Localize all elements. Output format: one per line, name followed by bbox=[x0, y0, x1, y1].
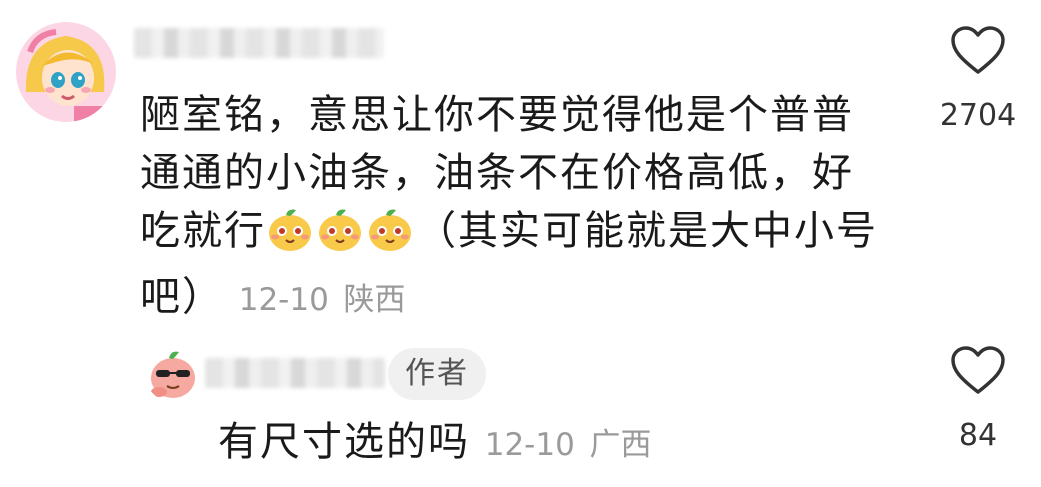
reply-body: 有尺寸选的吗 12-10 广西 bbox=[218, 416, 652, 471]
cool-bun-avatar-icon bbox=[145, 346, 201, 402]
bun-face-emoji-icon bbox=[366, 206, 414, 268]
heart-icon[interactable] bbox=[950, 26, 1006, 76]
comment-line-3-start: 吃就行 bbox=[140, 208, 266, 254]
author-username-blurred[interactable] bbox=[205, 358, 385, 388]
reply-text: 有尺寸选的吗 bbox=[218, 419, 470, 465]
comment-date: 12-10 bbox=[238, 282, 329, 318]
commenter-username-blurred[interactable] bbox=[134, 28, 384, 58]
reply-date: 12-10 bbox=[484, 427, 575, 463]
author-badge: 作者 bbox=[388, 348, 486, 400]
comment-line-3-end: （其实可能就是大中小号 bbox=[416, 208, 878, 254]
comment-location: 陕西 bbox=[343, 282, 406, 318]
comment-like[interactable]: 2704 bbox=[933, 26, 1023, 133]
author-avatar[interactable] bbox=[145, 346, 201, 402]
bun-face-emoji-icon bbox=[266, 206, 314, 268]
like-count: 2704 bbox=[939, 98, 1017, 133]
comment-body: 陋室铭，意思让你不要觉得他是个普普 通通的小油条，油条不在价格高低，好 吃就行 （… bbox=[140, 86, 900, 329]
comment-line-1: 陋室铭，意思让你不要觉得他是个普普 bbox=[140, 92, 854, 138]
comment-line-2: 通通的小油条，油条不在价格高低，好 bbox=[140, 150, 854, 196]
reply-location: 广西 bbox=[589, 427, 652, 463]
commenter-avatar[interactable] bbox=[16, 22, 116, 122]
bun-face-emoji-icon bbox=[316, 206, 364, 268]
comment-line-4-text: 吧） bbox=[140, 274, 224, 320]
emoji-group bbox=[266, 208, 416, 254]
heart-icon[interactable] bbox=[950, 346, 1006, 396]
comment-line-4: 吧） 12-10 陕西 bbox=[140, 268, 900, 329]
cartoon-girl-avatar-icon bbox=[16, 22, 116, 122]
reply-like-count: 84 bbox=[958, 418, 998, 453]
reply-like[interactable]: 84 bbox=[933, 346, 1023, 453]
comment-line-3: 吃就行 （其实可能就是大中小号 bbox=[140, 202, 900, 268]
